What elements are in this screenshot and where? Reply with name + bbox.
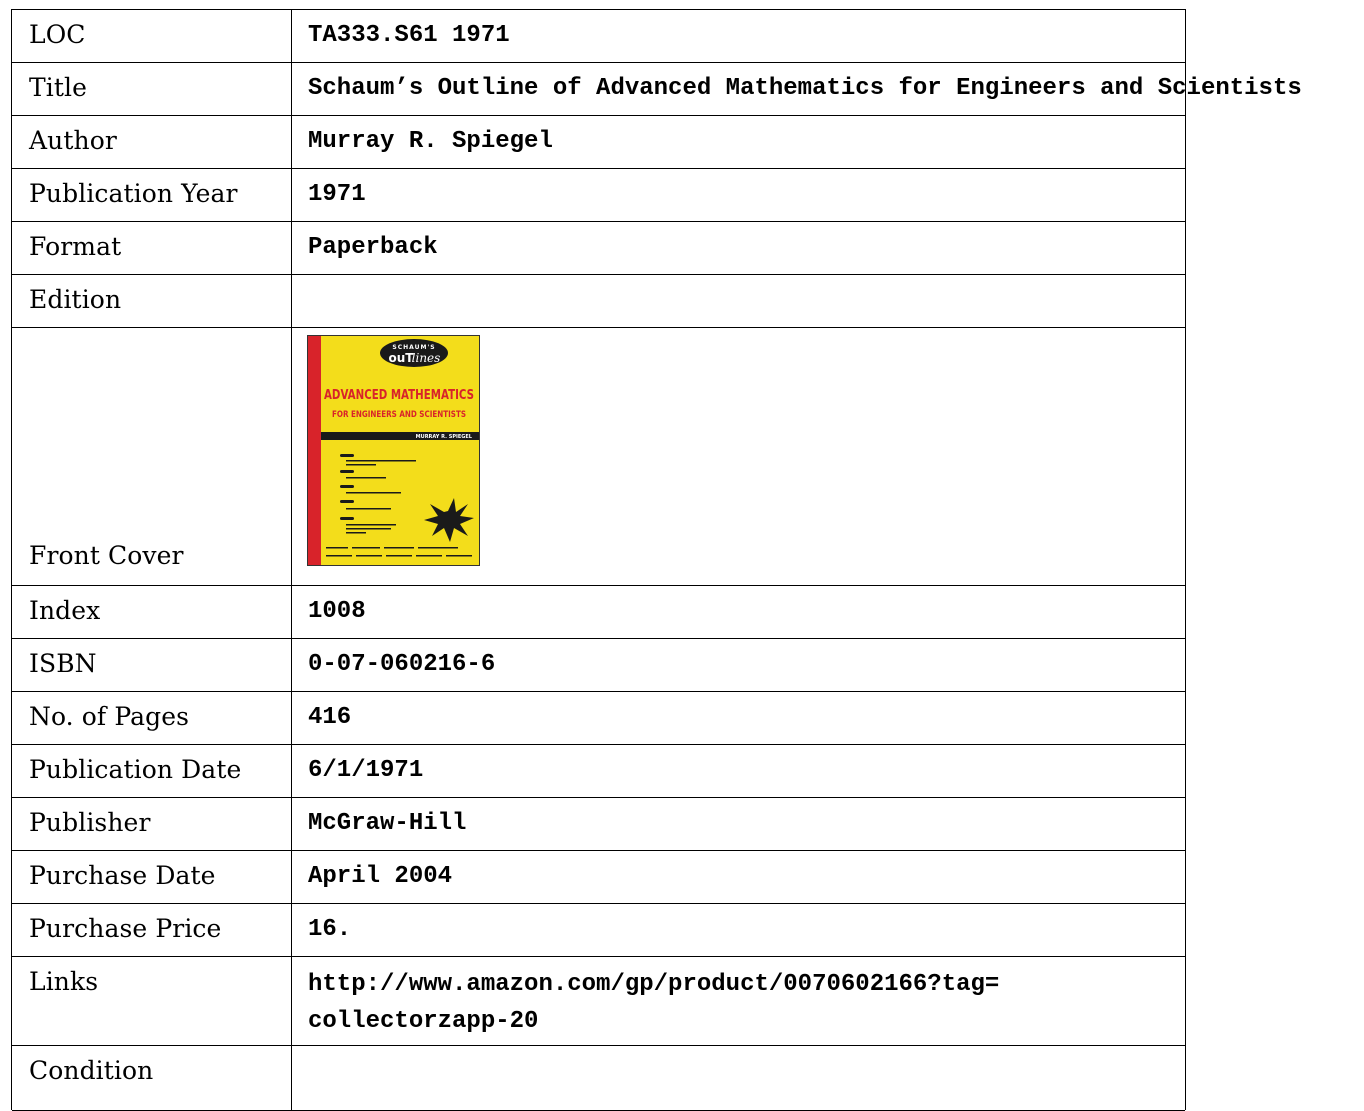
series-logo-b: lines	[412, 351, 441, 365]
cover-author: MURRAY R. SPIEGEL	[416, 434, 473, 440]
row-index: Index 1008	[12, 586, 1185, 639]
row-publication-date: Publication Date 6/1/1971	[12, 745, 1185, 798]
row-edition: Edition	[12, 275, 1185, 328]
value-publication-date: 6/1/1971	[308, 757, 424, 784]
value-links-line2[interactable]: collectorzapp-20	[308, 1008, 538, 1035]
value-loc: TA333.S61 1971	[308, 22, 510, 49]
label-author: Author	[29, 126, 117, 155]
value-index: 1008	[308, 598, 366, 625]
value-purchase-price: 16.	[308, 916, 352, 943]
cover-title-line1: ADVANCED MATHEMATICS	[324, 388, 474, 403]
label-title: Title	[29, 73, 88, 102]
value-format: Paperback	[308, 234, 438, 261]
label-index: Index	[29, 596, 101, 625]
value-publication-year: 1971	[308, 181, 366, 208]
row-isbn: ISBN 0-07-060216-6	[12, 639, 1185, 692]
label-format: Format	[29, 232, 122, 261]
label-front-cover: Front Cover	[29, 541, 184, 570]
row-purchase-date: Purchase Date April 2004	[12, 851, 1185, 904]
row-front-cover: Front Cover SCHAUM'S ouT lines ADVANCED …	[12, 328, 1185, 586]
value-purchase-date: April 2004	[308, 863, 453, 890]
row-format: Format Paperback	[12, 222, 1185, 275]
label-purchase-date: Purchase Date	[29, 861, 216, 890]
series-logo-top: SCHAUM'S	[392, 344, 435, 351]
row-publisher: Publisher McGraw-Hill	[12, 798, 1185, 851]
label-publication-date: Publication Date	[29, 755, 242, 784]
row-author: Author Murray R. Spiegel	[12, 116, 1185, 169]
value-author: Murray R. Spiegel	[308, 128, 553, 155]
row-purchase-price: Purchase Price 16.	[12, 904, 1185, 957]
front-cover-image: SCHAUM'S ouT lines ADVANCED MATHEMATICS …	[307, 335, 480, 566]
label-links: Links	[29, 967, 99, 996]
label-condition: Condition	[29, 1056, 154, 1085]
label-publication-year: Publication Year	[29, 179, 238, 208]
row-loc: LOC TA333.S61 1971	[12, 10, 1185, 63]
cover-footer	[321, 543, 479, 565]
book-record-table: LOC TA333.S61 1971 Title Schaum’s Outlin…	[11, 9, 1302, 1111]
value-links-line1[interactable]: http://www.amazon.com/gp/product/0070602…	[308, 971, 999, 998]
series-logo-a: ouT	[389, 351, 415, 365]
label-edition: Edition	[29, 285, 122, 314]
label-loc: LOC	[29, 20, 86, 49]
cover-spine-band	[308, 336, 321, 565]
cover-title-line2: FOR ENGINEERS AND SCIENTISTS	[332, 410, 466, 420]
label-publisher: Publisher	[29, 808, 151, 837]
value-isbn: 0-07-060216-6	[308, 651, 496, 678]
row-condition: Condition	[12, 1046, 1185, 1111]
row-publication-year: Publication Year 1971	[12, 169, 1185, 222]
label-isbn: ISBN	[29, 649, 97, 678]
value-title: Schaum’s Outline of Advanced Mathematics…	[308, 75, 1302, 102]
value-no-of-pages: 416	[308, 704, 352, 731]
row-links: Links http://www.amazon.com/gp/product/0…	[12, 957, 1185, 1046]
row-no-of-pages: No. of Pages 416	[12, 692, 1185, 745]
row-title: Title Schaum’s Outline of Advanced Mathe…	[12, 63, 1302, 116]
value-publisher: McGraw-Hill	[308, 810, 467, 837]
label-purchase-price: Purchase Price	[29, 914, 222, 943]
label-no-of-pages: No. of Pages	[29, 702, 190, 731]
